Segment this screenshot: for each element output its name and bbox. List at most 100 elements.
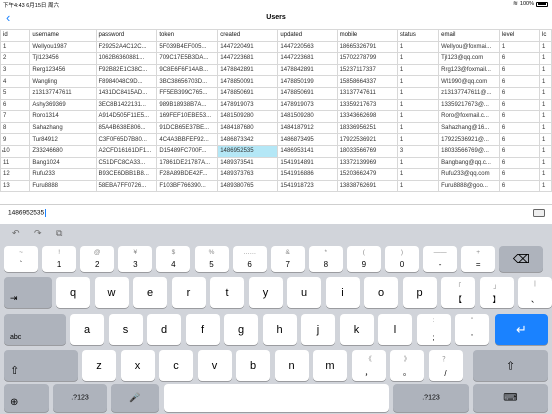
number-key[interactable]: @2 — [80, 246, 115, 272]
table-row[interactable]: 4 Wangling F8984048C9D... 3BC38656703D... 14… — [0, 75, 552, 88]
table-cell[interactable]: 1478919073 — [277, 98, 338, 112]
table-cell[interactable]: Sahazhang@16... — [438, 121, 500, 135]
table-cell[interactable]: Sahazhang — [29, 121, 97, 135]
table-cell[interactable]: 1 — [396, 40, 440, 54]
table-cell[interactable]: Tjl123456 — [29, 52, 97, 65]
table-cell[interactable]: 15237117337 — [336, 63, 398, 77]
symbol-key[interactable]: 「【 — [441, 277, 475, 308]
table-cell[interactable]: 1489373763 — [217, 168, 279, 181]
globe-key[interactable]: ⊕ — [4, 384, 49, 412]
table-cell[interactable]: Wl1990@qq.com — [438, 75, 500, 88]
column-header[interactable]: level — [498, 29, 541, 42]
number-key[interactable]: ~ ` — [4, 246, 38, 272]
table-cell[interactable]: 1478850199 — [277, 75, 338, 88]
table-cell[interactable]: 1484187680 — [217, 121, 279, 135]
tab-key[interactable]: ⇥ — [4, 277, 52, 308]
table-cell[interactable]: Rufu233@qq.com — [438, 168, 500, 181]
table-cell[interactable]: 1 — [396, 98, 440, 112]
table-cell[interactable]: 6 — [498, 144, 541, 158]
table-cell[interactable]: 1478842891 — [217, 63, 279, 77]
table-cell[interactable]: 13359217673@... — [438, 98, 500, 112]
table-cell[interactable]: 1484187912 — [277, 121, 338, 135]
table-cell[interactable]: 18033566769 — [336, 144, 398, 158]
number-key[interactable]: —— - — [423, 246, 458, 272]
letter-key[interactable]: c — [159, 350, 193, 381]
table-cell[interactable]: 6 — [498, 121, 541, 135]
letter-key[interactable]: f — [185, 314, 220, 345]
table-cell[interactable]: 1 — [396, 156, 440, 170]
column-header[interactable]: created — [217, 29, 279, 42]
number-key[interactable]: & 7 — [270, 246, 305, 272]
table-cell[interactable]: 1447223681 — [217, 52, 279, 65]
table-cell[interactable]: 1481509280 — [217, 110, 279, 123]
table-cell[interactable]: 1478850091 — [217, 75, 279, 88]
letter-key[interactable]: y — [248, 277, 283, 308]
table-cell[interactable]: 13838762691 — [336, 179, 398, 193]
table-cell[interactable]: 13137747611 — [336, 86, 398, 100]
letter-key[interactable]: j — [301, 314, 335, 345]
table-cell[interactable]: F103BF766390... — [156, 179, 219, 193]
table-cell[interactable]: 1447220563 — [277, 40, 338, 54]
table-cell[interactable]: 1 — [539, 133, 552, 146]
table-cell[interactable]: Wellyou@foxmai... — [438, 40, 500, 54]
table-cell[interactable]: 15858664337 — [336, 75, 398, 88]
table-cell[interactable]: 1 — [539, 63, 552, 77]
letter-key[interactable]: g — [224, 314, 258, 345]
table-cell[interactable]: 1 — [539, 52, 552, 65]
table-cell[interactable]: F28A89BDE42F... — [156, 168, 219, 181]
table-cell[interactable]: 1 — [396, 133, 440, 146]
table-cell[interactable]: Wangling — [29, 75, 97, 88]
table-cell[interactable]: Rerg123456 — [29, 63, 97, 77]
table-cell[interactable]: Z33246680 — [29, 144, 97, 158]
table-cell[interactable]: Bang1024 — [29, 156, 97, 170]
number-key[interactable]: * 8 — [308, 246, 343, 272]
table-cell[interactable]: 1 — [396, 75, 440, 88]
table-cell[interactable]: 12 — [0, 168, 31, 181]
table-cell[interactable]: 3BC38656703D... — [156, 75, 219, 88]
table-cell[interactable]: 1486873342 — [217, 133, 279, 146]
table-cell[interactable]: A914D505F11E5... — [95, 110, 158, 123]
symbol-key[interactable]: |、 — [518, 277, 552, 308]
table-cell[interactable]: A2CFD16161DF1... — [95, 144, 158, 158]
column-header[interactable]: password — [95, 29, 158, 42]
symbol-key[interactable]: :; — [416, 314, 451, 345]
table-cell[interactable]: 1 — [396, 121, 440, 135]
column-header[interactable]: email — [438, 29, 500, 42]
letter-key[interactable]: k — [339, 314, 374, 345]
column-header[interactable]: username — [29, 29, 97, 42]
table-cell[interactable]: 1 — [539, 179, 552, 193]
letter-key[interactable]: q — [56, 277, 90, 308]
undo-icon[interactable]: ↶ — [12, 228, 20, 239]
table-cell[interactable]: 9C8E6F6F14AB... — [156, 63, 219, 77]
table-cell[interactable]: 1 — [396, 52, 440, 65]
table-cell[interactable]: 6 — [498, 168, 541, 181]
table-cell[interactable]: 6 — [498, 86, 541, 100]
table-cell[interactable]: z13137747611 — [29, 86, 97, 100]
column-header[interactable]: mobile — [336, 29, 398, 42]
table-cell[interactable]: 1 — [539, 144, 552, 158]
letter-key[interactable]: w — [94, 277, 129, 308]
table-cell[interactable]: 13359217673 — [336, 98, 398, 112]
letter-key[interactable]: l — [378, 314, 412, 345]
number-key[interactable]: + = — [461, 246, 496, 272]
table-cell[interactable]: 1 — [539, 121, 552, 135]
table-cell[interactable]: 6 — [0, 98, 31, 112]
table-cell[interactable]: 1 — [539, 75, 552, 88]
table-cell[interactable]: 1 — [396, 110, 440, 123]
table-cell[interactable]: 17922536921@... — [438, 133, 500, 146]
column-header[interactable]: id — [0, 29, 31, 42]
users-table-container[interactable]: id username password token created updated mob… — [0, 29, 552, 204]
table-cell[interactable]: 1489373541 — [217, 156, 279, 170]
table-cell[interactable]: 1478850691 — [217, 86, 279, 100]
keyboard-icon[interactable] — [533, 209, 545, 217]
table-cell[interactable]: Rufu233 — [29, 168, 97, 181]
table-cell[interactable]: 1 — [539, 98, 552, 112]
table-cell[interactable]: 1486953141 — [277, 144, 338, 158]
table-cell[interactable]: 13 — [0, 179, 31, 193]
table-cell[interactable]: 1486873495 — [277, 133, 338, 146]
table-cell[interactable]: 1447220491 — [217, 40, 279, 54]
column-header[interactable]: token — [156, 29, 219, 42]
letter-key[interactable]: e — [133, 277, 167, 308]
table-row[interactable]: 10 Z33246680 A2CFD16161DF1... D15489FC700F.… — [0, 144, 552, 158]
table-cell[interactable]: 3 — [0, 63, 31, 77]
